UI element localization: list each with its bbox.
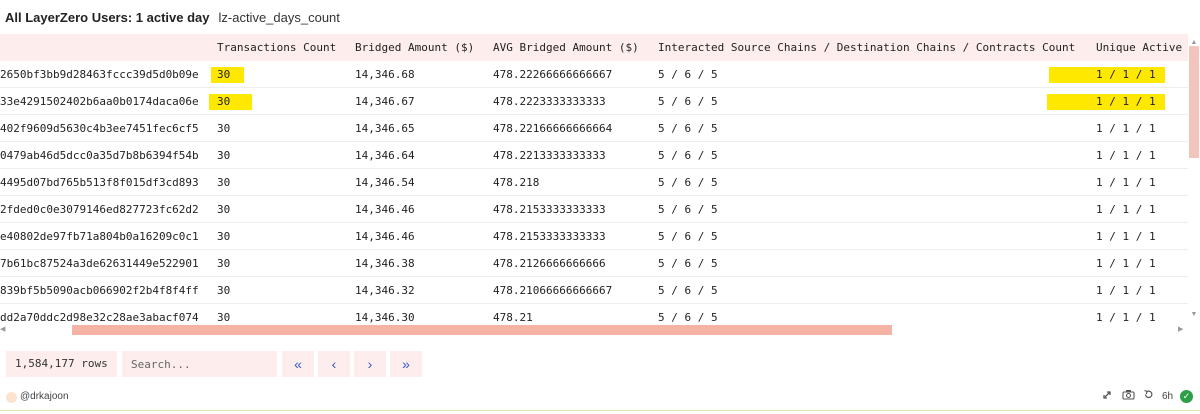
last-page-button[interactable]: » bbox=[390, 351, 422, 377]
results-table: Transactions Count Bridged Amount ($) AV… bbox=[0, 34, 1200, 336]
cell-address: 0479ab46d5dcc0a35d7b8b6394f54b bbox=[0, 149, 199, 162]
horizontal-scrollbar-thumb[interactable] bbox=[72, 325, 892, 335]
cell-address: 2fded0c0e3079146ed827723fc62d2 bbox=[0, 203, 199, 216]
cell-bridged-amount: 14,346.54 bbox=[355, 176, 415, 189]
table-footer: 1,584,177 rows « ‹ › » bbox=[0, 351, 1200, 377]
cell-avg-bridged-amount: 478.2213333333333 bbox=[493, 149, 606, 162]
cell-unique-active: 1 / 1 / 1 bbox=[1096, 95, 1156, 108]
column-header-transactions-count[interactable]: Transactions Count bbox=[217, 34, 336, 61]
cell-interacted-chains: 5 / 6 / 5 bbox=[658, 68, 718, 81]
table-row: e40802de97fb71a804b0a16209c0c1 30 14,346… bbox=[0, 223, 1188, 250]
cell-interacted-chains: 5 / 6 / 5 bbox=[658, 95, 718, 108]
query-title[interactable]: All LayerZero Users: 1 active day bbox=[5, 10, 210, 25]
cell-bridged-amount: 14,346.67 bbox=[355, 95, 415, 108]
cell-unique-active: 1 / 1 / 1 bbox=[1096, 176, 1156, 189]
check-icon: ✓ bbox=[1180, 390, 1193, 403]
query-header: All LayerZero Users: 1 active day lz-act… bbox=[0, 0, 1200, 34]
refresh-icon[interactable] bbox=[1141, 389, 1155, 405]
previous-page-button[interactable]: ‹ bbox=[318, 351, 350, 377]
cell-transactions-count: 30 bbox=[217, 95, 231, 108]
cell-address: 2650bf3bb9d28463fccc39d5d0b09e bbox=[0, 68, 199, 81]
cell-unique-active: 1 / 1 / 1 bbox=[1096, 122, 1156, 135]
cell-transactions-count: 30 bbox=[217, 176, 231, 189]
bottom-bar: @drkajoon 6h ✓ bbox=[0, 386, 1200, 412]
cell-address: e40802de97fb71a804b0a16209c0c1 bbox=[0, 230, 199, 243]
search-input[interactable] bbox=[122, 351, 277, 377]
table-row: 2650bf3bb9d28463fccc39d5d0b09e 30 14,346… bbox=[0, 61, 1188, 88]
column-header-avg-bridged-amount[interactable]: AVG Bridged Amount ($) bbox=[493, 34, 639, 61]
cell-address: 402f9609d5630c4b3ee7451fec6cf5 bbox=[0, 122, 199, 135]
cell-interacted-chains: 5 / 6 / 5 bbox=[658, 122, 718, 135]
rows-count: 1,584,177 rows bbox=[6, 351, 117, 377]
divider bbox=[0, 410, 1200, 411]
table-row: 0479ab46d5dcc0a35d7b8b6394f54b 30 14,346… bbox=[0, 142, 1188, 169]
table-row: 839bf5b5090acb066902f2b4f8f4ff 30 14,346… bbox=[0, 277, 1188, 304]
column-header-unique-active[interactable]: Unique Active bbox=[1096, 34, 1182, 61]
scroll-down-arrow-icon[interactable]: ▼ bbox=[1188, 310, 1200, 320]
camera-icon[interactable] bbox=[1120, 389, 1136, 405]
vertical-scrollbar-thumb[interactable] bbox=[1189, 46, 1199, 158]
cell-bridged-amount: 14,346.32 bbox=[355, 284, 415, 297]
cell-bridged-amount: 14,346.68 bbox=[355, 68, 415, 81]
cell-bridged-amount: 14,346.38 bbox=[355, 257, 415, 270]
table-row: 2fded0c0e3079146ed827723fc62d2 30 14,346… bbox=[0, 196, 1188, 223]
cell-avg-bridged-amount: 478.2153333333333 bbox=[493, 230, 606, 243]
table-row: 33e4291502402b6aa0b0174daca06e 30 14,346… bbox=[0, 88, 1188, 115]
cell-transactions-count: 30 bbox=[217, 203, 231, 216]
cell-transactions-count: 30 bbox=[217, 122, 231, 135]
cell-address: 4495d07bd765b513f8f015df3cd893 bbox=[0, 176, 199, 189]
cell-address: 839bf5b5090acb066902f2b4f8f4ff bbox=[0, 284, 199, 297]
avatar[interactable] bbox=[6, 392, 17, 403]
cell-interacted-chains: 5 / 6 / 5 bbox=[658, 257, 718, 270]
cell-avg-bridged-amount: 478.22266666666667 bbox=[493, 68, 613, 81]
cell-avg-bridged-amount: 478.2153333333333 bbox=[493, 203, 606, 216]
cell-interacted-chains: 5 / 6 / 5 bbox=[658, 176, 718, 189]
table-row: 4495d07bd765b513f8f015df3cd893 30 14,346… bbox=[0, 169, 1188, 196]
cell-unique-active: 1 / 1 / 1 bbox=[1096, 203, 1156, 216]
cell-transactions-count: 30 bbox=[217, 149, 231, 162]
table-row: 402f9609d5630c4b3ee7451fec6cf5 30 14,346… bbox=[0, 115, 1188, 142]
cell-bridged-amount: 14,346.65 bbox=[355, 122, 415, 135]
next-page-button[interactable]: › bbox=[354, 351, 386, 377]
cell-avg-bridged-amount: 478.2223333333333 bbox=[493, 95, 606, 108]
cell-interacted-chains: 5 / 6 / 5 bbox=[658, 149, 718, 162]
cell-transactions-count: 30 bbox=[217, 68, 231, 81]
column-header-bridged-amount[interactable]: Bridged Amount ($) bbox=[355, 34, 474, 61]
cell-interacted-chains: 5 / 6 / 5 bbox=[658, 203, 718, 216]
highlight-marker bbox=[209, 94, 252, 110]
cell-interacted-chains: 5 / 6 / 5 bbox=[658, 284, 718, 297]
cell-unique-active: 1 / 1 / 1 bbox=[1096, 230, 1156, 243]
cell-bridged-amount: 14,346.46 bbox=[355, 230, 415, 243]
cell-bridged-amount: 14,346.64 bbox=[355, 149, 415, 162]
share-icon[interactable] bbox=[1100, 389, 1114, 405]
cell-interacted-chains: 5 / 6 / 5 bbox=[658, 230, 718, 243]
cell-unique-active: 1 / 1 / 1 bbox=[1096, 257, 1156, 270]
column-header-interacted-chains[interactable]: Interacted Source Chains / Destination C… bbox=[658, 34, 1075, 61]
scroll-right-arrow-icon[interactable]: ▶ bbox=[1178, 325, 1188, 335]
cell-transactions-count: 30 bbox=[217, 284, 231, 297]
cell-avg-bridged-amount: 478.2126666666666 bbox=[493, 257, 606, 270]
cell-transactions-count: 30 bbox=[217, 230, 231, 243]
last-refresh-time: 6h bbox=[1162, 391, 1174, 402]
cell-unique-active: 1 / 1 / 1 bbox=[1096, 284, 1156, 297]
cell-unique-active: 1 / 1 / 1 bbox=[1096, 149, 1156, 162]
table-header: Transactions Count Bridged Amount ($) AV… bbox=[0, 34, 1188, 61]
cell-address: 7b61bc87524a3de62631449e522901 bbox=[0, 257, 199, 270]
cell-avg-bridged-amount: 478.22166666666664 bbox=[493, 122, 613, 135]
table-row: 7b61bc87524a3de62631449e522901 30 14,346… bbox=[0, 250, 1188, 277]
cell-unique-active: 1 / 1 / 1 bbox=[1096, 68, 1156, 81]
query-subtitle: lz-active_days_count bbox=[218, 9, 340, 25]
scroll-left-arrow-icon[interactable]: ◀ bbox=[0, 325, 10, 335]
author-link[interactable]: @drkajoon bbox=[20, 386, 69, 408]
cell-unique-active: 1 / 1 / 1 bbox=[1096, 311, 1156, 324]
cell-transactions-count: 30 bbox=[217, 257, 231, 270]
cell-avg-bridged-amount: 478.21066666666667 bbox=[493, 284, 613, 297]
cell-avg-bridged-amount: 478.218 bbox=[493, 176, 540, 189]
first-page-button[interactable]: « bbox=[282, 351, 314, 377]
cell-address: 33e4291502402b6aa0b0174daca06e bbox=[0, 95, 199, 108]
cell-bridged-amount: 14,346.46 bbox=[355, 203, 415, 216]
